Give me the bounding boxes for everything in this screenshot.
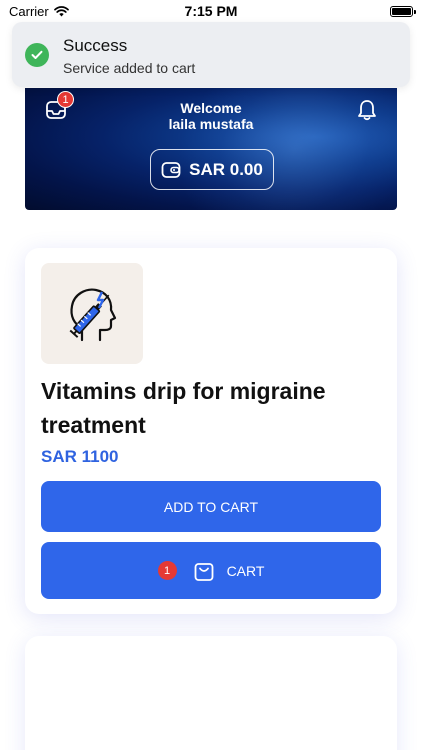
cart-button[interactable]: 1 CART xyxy=(41,542,381,599)
cart-count-badge: 1 xyxy=(157,561,177,580)
wallet-balance-button[interactable]: SAR 0.00 xyxy=(150,149,274,190)
product-title: Vitamins drip for migraine treatment xyxy=(41,378,326,438)
success-check-icon xyxy=(25,43,49,67)
wallet-amount: SAR 0.00 xyxy=(189,159,263,179)
head-injection-icon xyxy=(69,288,117,341)
toast-title: Success xyxy=(63,36,128,55)
next-product-card xyxy=(25,636,397,750)
product-price: SAR 1100 xyxy=(41,447,119,466)
product-card: Vitamins drip for migraine treatment SAR… xyxy=(25,248,397,614)
bell-icon xyxy=(358,100,376,121)
toast-message: Service added to cart xyxy=(63,60,196,76)
welcome-text: Welcome xyxy=(180,100,242,116)
status-bar: Carrier 7:15 PM xyxy=(0,0,422,22)
battery-icon xyxy=(390,5,416,17)
success-toast[interactable]: Success Service added to cart xyxy=(12,22,410,87)
cart-label: CART xyxy=(226,562,265,579)
wifi-icon xyxy=(53,5,69,16)
add-to-cart-label: ADD TO CART xyxy=(163,498,259,515)
notifications-button[interactable] xyxy=(357,99,377,121)
welcome-banner: 1 Welcome laila mustafa SAR 0.00 xyxy=(25,88,397,210)
shopping-bag-icon xyxy=(194,562,213,581)
carrier-label: Carrier xyxy=(9,3,49,19)
carrier-group: Carrier xyxy=(9,4,69,19)
product-image xyxy=(41,263,143,364)
add-to-cart-button[interactable]: ADD TO CART xyxy=(41,481,381,532)
wallet-icon xyxy=(161,161,181,178)
screen: 1 Welcome laila mustafa SAR 0.00 Carrier xyxy=(0,0,422,750)
user-name: laila mustafa xyxy=(168,116,254,132)
